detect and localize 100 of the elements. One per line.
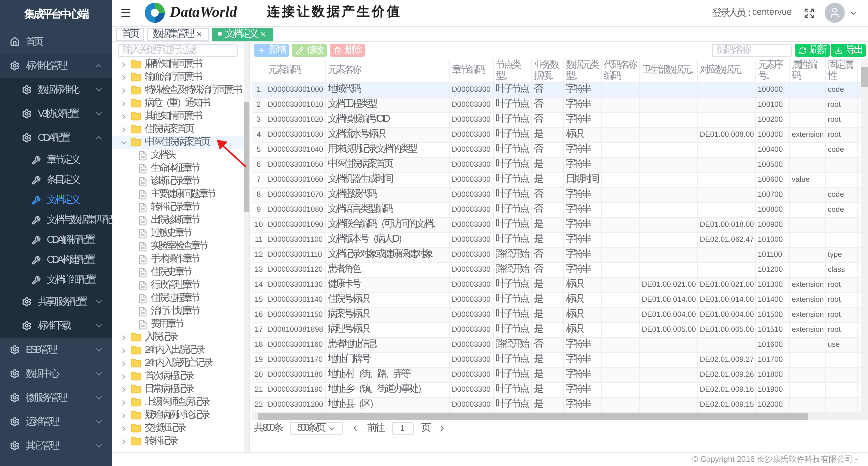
document-icon <box>138 242 148 252</box>
page-field[interactable]: 1 <box>392 422 414 435</box>
tree-node[interactable]: 疑难病例讨论记录 <box>112 409 244 422</box>
tree-node[interactable]: 实验室检查章节 <box>112 240 244 253</box>
column-header[interactable]: 代码名称编码 <box>604 60 637 82</box>
page-size-select[interactable]: 500条/页 <box>290 422 343 435</box>
search-field[interactable]: 编码/名称 <box>712 44 792 57</box>
menu-label: 运维管理 <box>26 416 60 430</box>
tree-label: 上级医师查房记录 <box>145 396 209 409</box>
menu-group[interactable]: 数据标准化 <box>0 78 112 102</box>
tree-node[interactable]: 病危（重）通知书 <box>112 97 244 110</box>
scrollbar[interactable] <box>252 413 868 420</box>
tree-node[interactable]: 首次病程记录 <box>112 370 244 383</box>
table-cell: 是 <box>534 399 542 411</box>
table-cell: 字符串 <box>566 159 590 171</box>
download-icon <box>835 46 843 54</box>
close-icon[interactable] <box>196 30 203 38</box>
tree-label: 住院病案首页 <box>145 123 193 136</box>
tree-node[interactable]: 转科记录 <box>112 435 244 448</box>
menu-item[interactable]: 文档与数据集匹配 <box>0 210 112 230</box>
table-cell: 叶子节点 <box>496 144 528 156</box>
menu-label: 文档与数据集匹配 <box>47 214 111 228</box>
menu-item[interactable]: CDA解析配置 <box>0 230 112 250</box>
menu-item[interactable]: 章节定义 <box>0 150 112 170</box>
tree-node[interactable]: 出院诊断章节 <box>112 214 244 227</box>
gear-icon <box>10 441 20 451</box>
tree-label: 日常病程记录 <box>145 383 193 396</box>
tree-node[interactable]: 过敏史章节 <box>112 227 244 240</box>
tree-node[interactable]: 文档头 <box>112 149 244 162</box>
wrench-icon <box>32 156 41 164</box>
menu-item[interactable]: 文档详细配置 <box>0 270 112 290</box>
tree-node[interactable]: 24h内入院死亡记录 <box>112 357 244 370</box>
tab[interactable]: 数据集管理 <box>147 28 209 40</box>
tree-node[interactable]: 输血治疗同意书 <box>112 71 244 84</box>
tree-node[interactable]: 行政管理章节 <box>112 279 244 292</box>
menu-group[interactable]: CDA配置 <box>0 126 112 150</box>
document-icon <box>138 294 148 304</box>
tree-node[interactable]: 生命体征章节 <box>112 162 244 175</box>
menu-item[interactable]: CDA构建配置 <box>0 250 112 270</box>
menu-group[interactable]: 其它管理 <box>0 434 112 458</box>
column-header[interactable]: 固定属性 <box>828 60 855 82</box>
table-cell: 叶子节点 <box>496 204 528 216</box>
document-icon <box>138 176 148 186</box>
goto-label: 前往 <box>368 422 384 436</box>
menu-item[interactable]: 条目定义 <box>0 170 112 190</box>
menu-icon[interactable] <box>120 7 132 19</box>
table-cell: 是 <box>534 159 542 171</box>
column-header[interactable]: 业务数据项... <box>534 60 561 82</box>
menu-group[interactable]: 运维管理 <box>0 410 112 434</box>
tree-node[interactable]: 治疗计划章节 <box>112 305 244 318</box>
column-header[interactable]: 数据元类型... <box>566 60 599 82</box>
tree-label: 治疗计划章节 <box>151 305 199 318</box>
table-cell: 标识 <box>566 324 582 336</box>
table-cell: 字符串 <box>566 219 590 231</box>
tree-node[interactable]: 日常病程记录 <box>112 383 244 396</box>
menu-group[interactable]: 数据中心 <box>0 362 112 386</box>
tree-node[interactable]: 转科记录章节 <box>112 201 244 214</box>
gear-icon <box>10 369 20 379</box>
menu-group[interactable]: 标准化管理 <box>0 54 112 78</box>
document-icon <box>138 216 148 226</box>
table-cell: 否 <box>534 249 542 261</box>
tree-node[interactable]: 费用章节 <box>112 318 244 331</box>
tree-node[interactable]: 交接班记录 <box>112 422 244 435</box>
scrollbar[interactable] <box>861 59 868 413</box>
tree-node[interactable]: 其他知情同意书 <box>112 110 244 123</box>
column-header[interactable]: 属性编码 <box>792 60 823 82</box>
tree-label: 输血治疗同意书 <box>145 71 201 84</box>
menu-group[interactable]: 共享服务配置 <box>0 290 112 314</box>
tree-node[interactable]: 入院记录 <box>112 331 244 344</box>
column-header[interactable]: 节点类型... <box>496 60 529 82</box>
table-cell: 文档语言类型编码 <box>328 204 392 216</box>
fullscreen-icon[interactable] <box>804 8 815 18</box>
menu-group[interactable]: 标准下载 <box>0 314 112 338</box>
tree-node[interactable]: 诊断记录章节 <box>112 175 244 188</box>
tree-node[interactable]: 24h内入出院记录 <box>112 344 244 357</box>
gear-icon <box>10 345 20 355</box>
tree-node[interactable]: 住院过程章节 <box>112 292 244 305</box>
plus-icon <box>258 46 266 54</box>
tree-node[interactable]: 上级医师查房记录 <box>112 396 244 409</box>
tree-node[interactable]: 手术操作章节 <box>112 253 244 266</box>
menu-group[interactable]: V3协议配置 <box>0 102 112 126</box>
table-cell: 文档记录对象或健康保健对象 <box>328 249 432 261</box>
menu-group[interactable]: ESB管理 <box>0 338 112 362</box>
menu-item[interactable]: 文档定义 <box>0 190 112 210</box>
table-cell: 叶子节点 <box>496 159 528 171</box>
tree-node[interactable]: 住院史章节 <box>112 266 244 279</box>
tree-node[interactable]: 中医住院病案首页 <box>112 136 244 149</box>
tree-node[interactable]: 麻醉知情同意书 <box>112 58 244 71</box>
menu-group[interactable]: 微服务管理 <box>0 386 112 410</box>
column-header[interactable]: 章节编码 <box>452 65 484 76</box>
tree-node[interactable]: 住院病案首页 <box>112 123 244 136</box>
tree-node[interactable]: 主要健康问题章节 <box>112 188 244 201</box>
scrollbar[interactable] <box>244 42 249 452</box>
app-title: 集成平台中心端 <box>24 8 88 23</box>
column-header[interactable]: 元素编码 <box>268 65 300 76</box>
wrench-icon <box>32 196 41 204</box>
tab[interactable]: 首页 <box>116 28 144 40</box>
menu-label: 共享服务配置 <box>38 296 88 310</box>
menu-item[interactable]: 首页 <box>0 30 112 54</box>
tree-node[interactable]: 特殊检查及特殊治疗同意书 <box>112 84 244 97</box>
